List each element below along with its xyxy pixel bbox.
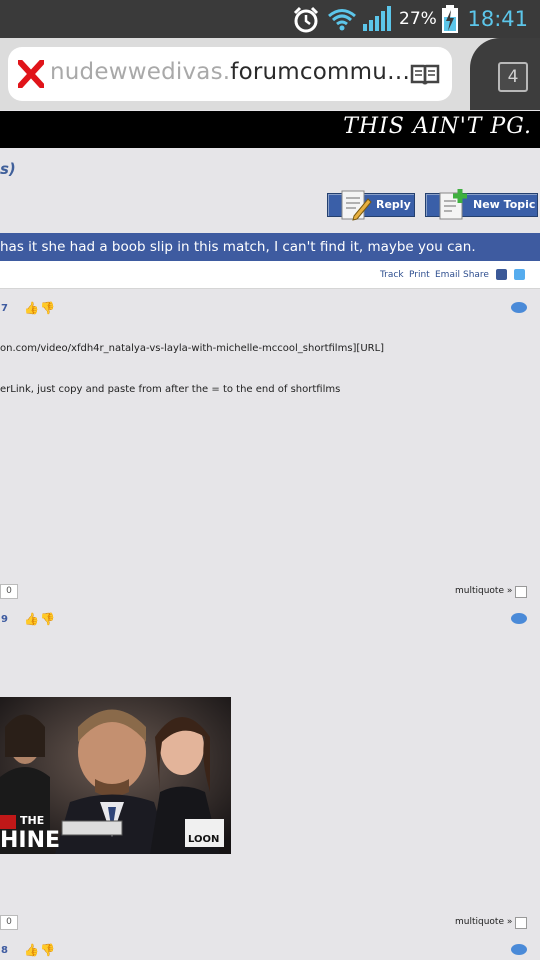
thumbs-up-icon[interactable]: 👍 bbox=[24, 612, 39, 626]
url-domain-main: forumcommu… bbox=[230, 59, 411, 85]
battery-charging-icon bbox=[442, 5, 458, 33]
banner-slogan: THIS AIN'T PG. bbox=[343, 114, 532, 139]
clock: 18:41 bbox=[467, 7, 528, 31]
post-number[interactable]: 7 bbox=[1, 303, 8, 314]
track-link[interactable]: Track bbox=[380, 270, 404, 280]
alarm-icon bbox=[293, 6, 319, 33]
new-topic-button[interactable]: New Topic bbox=[425, 189, 538, 220]
tab-count-badge[interactable]: 4 bbox=[498, 62, 528, 92]
comment-bubble-icon[interactable] bbox=[511, 302, 527, 313]
post-number[interactable]: 8 bbox=[1, 945, 8, 956]
wrestlers-photo: HINE THE LOON bbox=[0, 697, 231, 854]
facebook-icon[interactable] bbox=[496, 269, 507, 280]
print-link[interactable]: Print bbox=[409, 270, 430, 280]
status-bar: 27% 18:41 bbox=[0, 0, 540, 38]
browser-toolbar: nudewwedivas.forumcommu… bbox=[0, 38, 540, 110]
image-caption-small: THE bbox=[20, 814, 44, 827]
thumbs-down-icon[interactable]: 👎 bbox=[40, 612, 55, 626]
thread-tools: Track Print Email Share bbox=[0, 261, 540, 289]
address-bar[interactable]: nudewwedivas.forumcommu… bbox=[8, 47, 452, 101]
comment-bubble-icon[interactable] bbox=[511, 613, 527, 624]
thread-title: has it she had a boob slip in this match… bbox=[0, 239, 476, 255]
breadcrumb-fragment: s) bbox=[0, 160, 16, 178]
battery-percent: 27% bbox=[399, 9, 437, 29]
post-image-banner[interactable]: HINE THE LOON bbox=[0, 697, 231, 854]
image-caption-large: HINE bbox=[0, 828, 60, 853]
post-number[interactable]: 9 bbox=[1, 614, 8, 625]
twitter-icon[interactable] bbox=[514, 269, 525, 280]
thread-title-bar: has it she had a boob slip in this match… bbox=[0, 233, 540, 261]
new-topic-label: New Topic bbox=[473, 198, 536, 211]
reply-pencil-icon bbox=[341, 190, 372, 221]
multiquote-checkbox[interactable] bbox=[515, 586, 527, 598]
post-body-line: erLink, just copy and paste from after t… bbox=[0, 384, 341, 395]
share-link[interactable]: Share bbox=[463, 270, 489, 280]
multiquote-label: multiquote » bbox=[455, 586, 513, 596]
email-link[interactable]: Email bbox=[435, 270, 460, 280]
signal-icon bbox=[363, 6, 391, 31]
url-text: nudewwedivas.forumcommu… bbox=[50, 59, 410, 85]
multiquote-label: multiquote » bbox=[455, 917, 513, 927]
reader-mode-icon[interactable] bbox=[410, 63, 440, 87]
forum-banner: THIS AIN'T PG. bbox=[0, 111, 540, 148]
comment-bubble-icon[interactable] bbox=[511, 944, 527, 955]
thumbs-down-icon[interactable]: 👎 bbox=[40, 301, 55, 315]
thumbs-up-icon[interactable]: 👍 bbox=[24, 943, 39, 957]
thumbs-up-icon[interactable]: 👍 bbox=[24, 301, 39, 315]
post-reputation-count: 0 bbox=[0, 915, 18, 930]
wifi-icon bbox=[328, 9, 356, 31]
reply-label: Reply bbox=[376, 198, 411, 211]
site-favicon-icon bbox=[18, 60, 44, 88]
post-reputation-count: 0 bbox=[0, 584, 18, 599]
url-domain-prefix: nudewwedivas. bbox=[50, 59, 231, 85]
post-body-line: on.com/video/xfdh4r_natalya-vs-layla-wit… bbox=[0, 343, 385, 354]
multiquote-checkbox[interactable] bbox=[515, 917, 527, 929]
image-brand-text: LOON bbox=[188, 834, 219, 845]
thumbs-down-icon[interactable]: 👎 bbox=[40, 943, 55, 957]
reply-button[interactable]: Reply bbox=[327, 190, 415, 221]
new-topic-plus-icon bbox=[439, 189, 467, 220]
